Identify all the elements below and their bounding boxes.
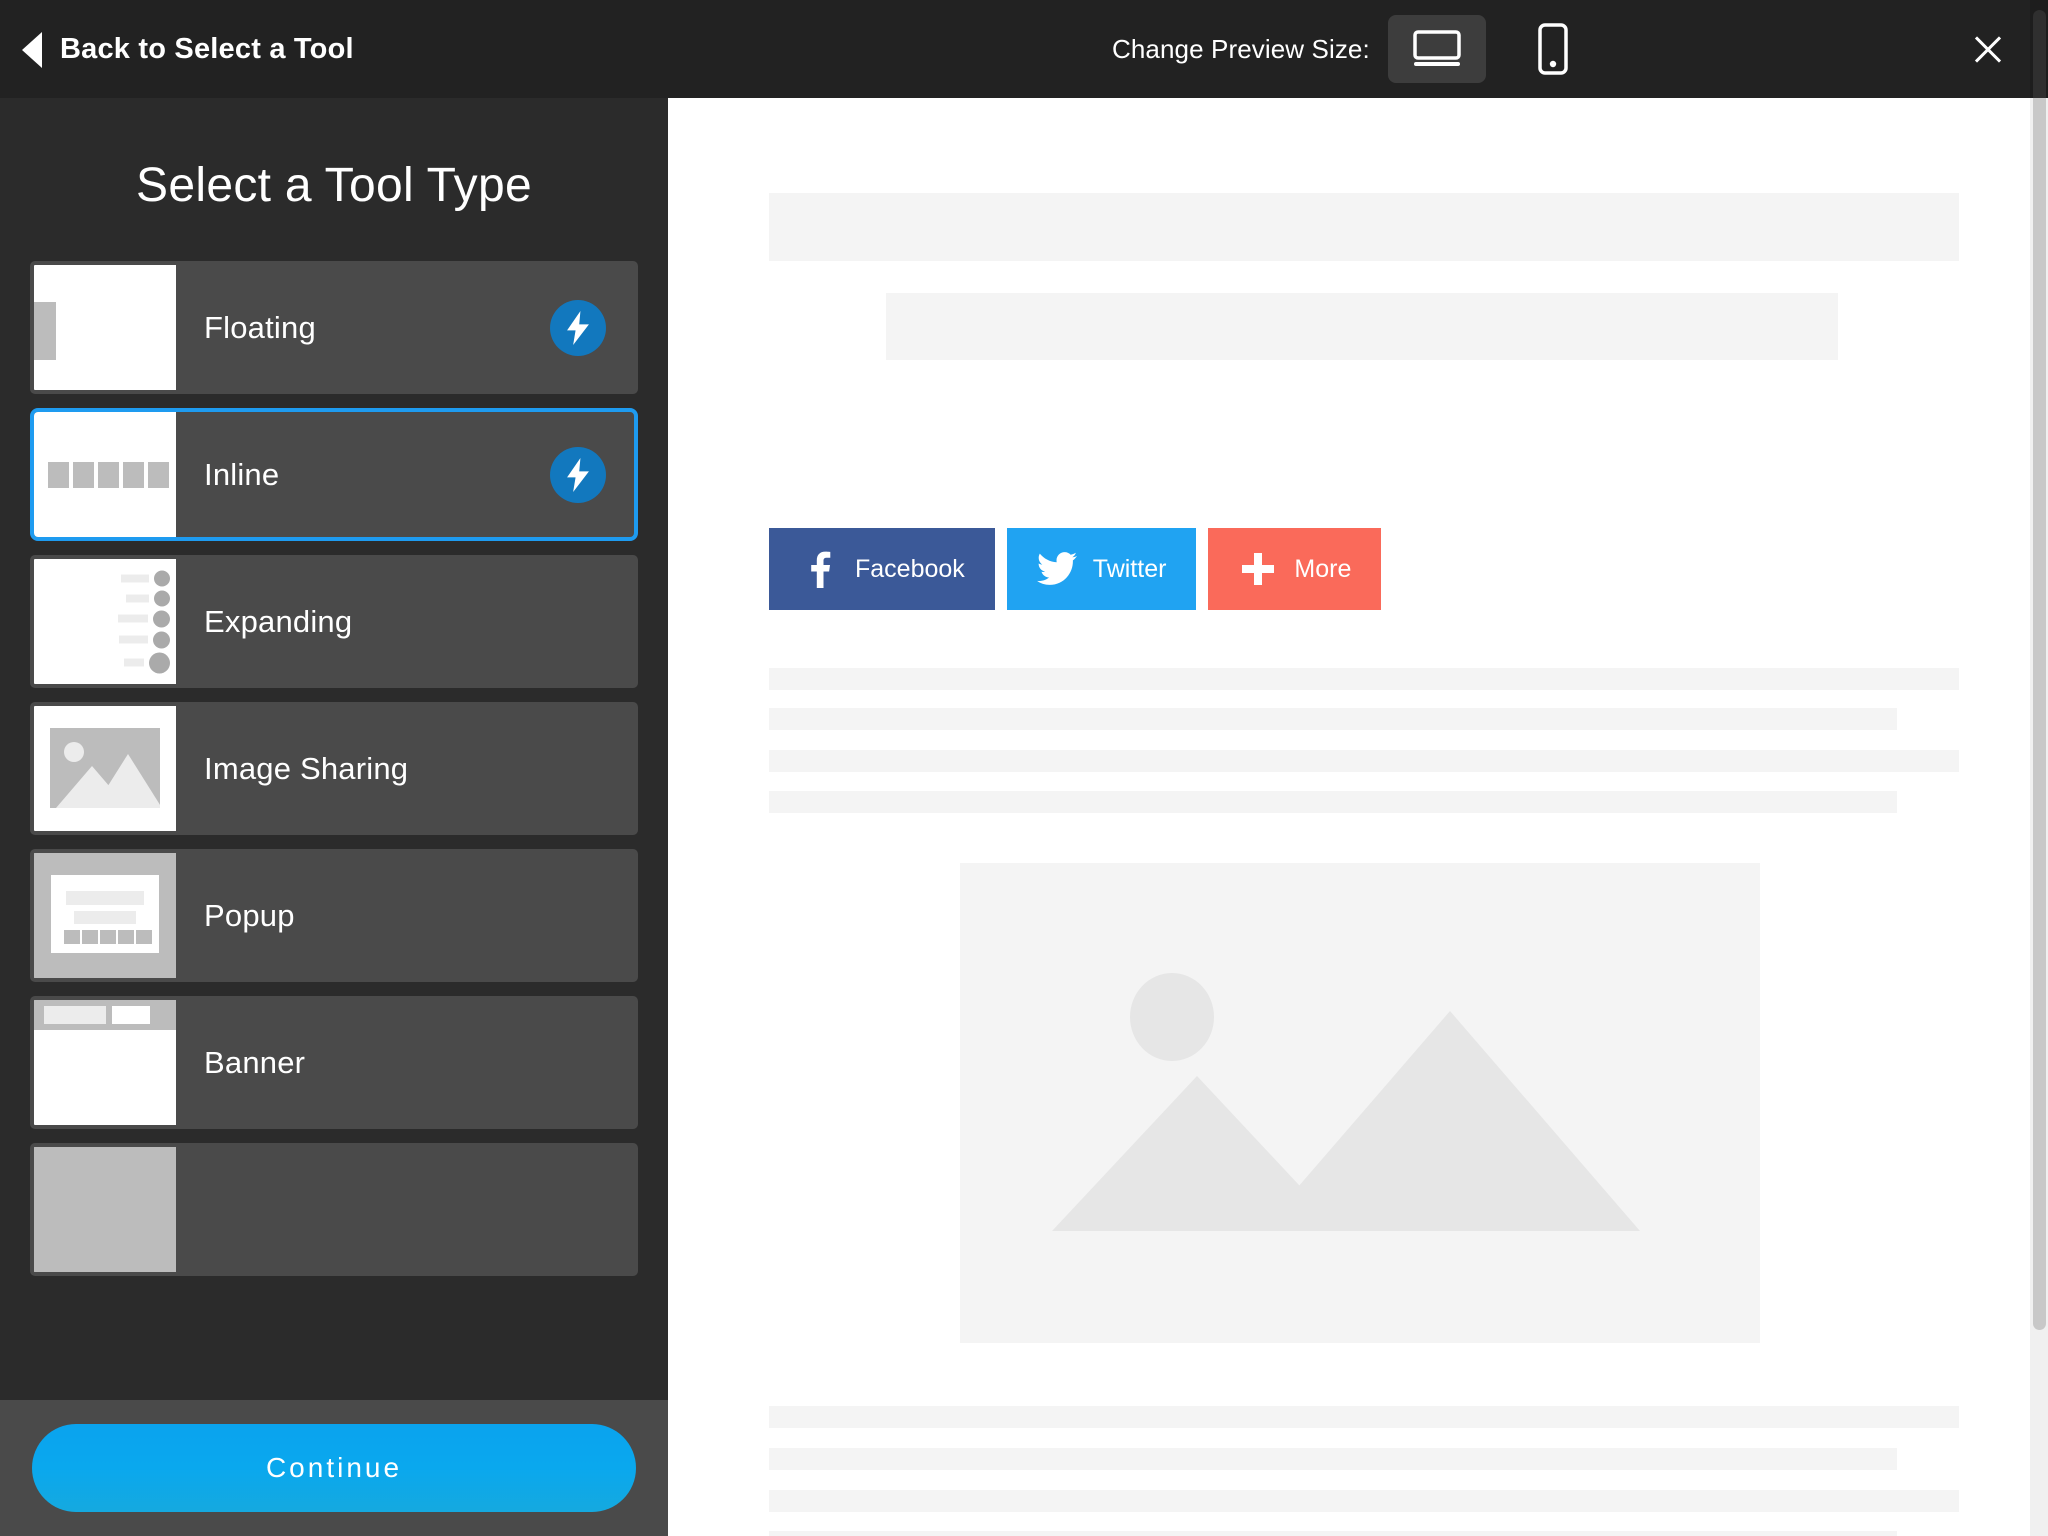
tool-preview-panel: Facebook Twitter More <box>668 98 2048 1536</box>
tool-type-sidebar: Select a Tool Type Floating Inline Expan… <box>0 98 668 1536</box>
image-placeholder-icon <box>960 863 1760 1343</box>
top-bar: Back to Select a Tool Change Preview Siz… <box>0 0 2048 98</box>
placeholder-text-line <box>769 1448 1897 1470</box>
plus-icon <box>1238 549 1278 589</box>
placeholder-text-line <box>769 750 1959 772</box>
placeholder-text-line <box>769 708 1897 730</box>
placeholder-subtitle-block <box>886 293 1838 360</box>
expanding-thumbnail-icon <box>34 559 176 684</box>
tool-item-label: Image Sharing <box>204 750 409 786</box>
tool-item-label: Popup <box>204 897 295 933</box>
share-button-twitter[interactable]: Twitter <box>1006 528 1197 610</box>
tool-builder-window: Back to Select a Tool Change Preview Siz… <box>0 0 2048 1536</box>
preview-scrollbar-thumb[interactable] <box>2033 10 2046 1330</box>
desktop-monitor-icon <box>1413 30 1461 66</box>
tool-item-expanding[interactable]: Expanding <box>30 555 638 688</box>
lightning-bolt-glyph <box>567 457 589 492</box>
close-button[interactable] <box>1958 0 2018 98</box>
tool-item-image-sharing[interactable]: Image Sharing <box>30 702 638 835</box>
close-x-icon <box>1971 32 2005 66</box>
preview-scrollbar-track-top <box>2030 0 2048 98</box>
sidebar-footer: Continue <box>0 1400 668 1536</box>
mobile-phone-icon <box>1538 23 1568 75</box>
facebook-icon <box>799 549 839 589</box>
placeholder-hero-block <box>769 193 1959 261</box>
tool-item-partial[interactable] <box>30 1143 638 1276</box>
share-button-label: Facebook <box>855 554 965 583</box>
placeholder-text-line <box>769 1490 1959 1512</box>
left-triangle-icon <box>22 32 42 68</box>
floating-thumbnail-icon <box>34 265 176 390</box>
change-preview-size-label: Change Preview Size: <box>1112 33 1370 64</box>
preview-scrollbar-track[interactable] <box>2030 0 2048 1536</box>
share-button-row: Facebook Twitter More <box>769 528 1382 610</box>
twitter-icon <box>1036 549 1077 589</box>
partial-thumbnail-icon <box>34 1147 176 1272</box>
preview-size-group: Change Preview Size: <box>1112 0 1602 98</box>
preview-scrollbar-thumb-top[interactable] <box>2033 10 2046 98</box>
share-button-label: More <box>1294 554 1352 583</box>
placeholder-text-line <box>769 1531 1897 1536</box>
sidebar-title: Select a Tool Type <box>136 159 532 212</box>
tool-item-label: Banner <box>204 1044 306 1080</box>
placeholder-text-line <box>769 791 1897 813</box>
tool-item-label <box>176 1147 634 1272</box>
tool-type-list: Floating Inline Expanding Image Sharing … <box>0 261 668 1276</box>
popup-thumbnail-icon <box>34 853 176 978</box>
preview-page-mock: Facebook Twitter More <box>668 98 2032 1536</box>
tool-item-inline[interactable]: Inline <box>30 408 638 541</box>
banner-thumbnail-icon <box>34 1000 176 1125</box>
tool-item-floating[interactable]: Floating <box>30 261 638 394</box>
tool-item-banner[interactable]: Banner <box>30 996 638 1129</box>
tool-item-popup[interactable]: Popup <box>30 849 638 982</box>
inline-thumbnail-icon <box>34 412 176 537</box>
tool-item-label: Expanding <box>204 603 353 639</box>
preview-size-desktop-button[interactable] <box>1387 15 1486 83</box>
back-to-select-a-tool-button[interactable]: Back to Select a Tool <box>22 0 354 98</box>
share-button-more[interactable]: More <box>1208 528 1382 610</box>
lightning-bolt-icon <box>550 446 606 503</box>
back-button-label: Back to Select a Tool <box>60 32 354 65</box>
continue-button[interactable]: Continue <box>32 1424 636 1512</box>
image-sharing-thumbnail-icon <box>34 706 176 831</box>
share-button-facebook[interactable]: Facebook <box>769 528 995 610</box>
placeholder-text-line <box>769 668 1959 690</box>
preview-size-mobile-button[interactable] <box>1504 15 1602 83</box>
placeholder-text-line <box>769 1406 1959 1428</box>
share-button-label: Twitter <box>1092 554 1167 583</box>
lightning-bolt-glyph <box>567 310 589 345</box>
lightning-bolt-icon <box>550 299 606 356</box>
